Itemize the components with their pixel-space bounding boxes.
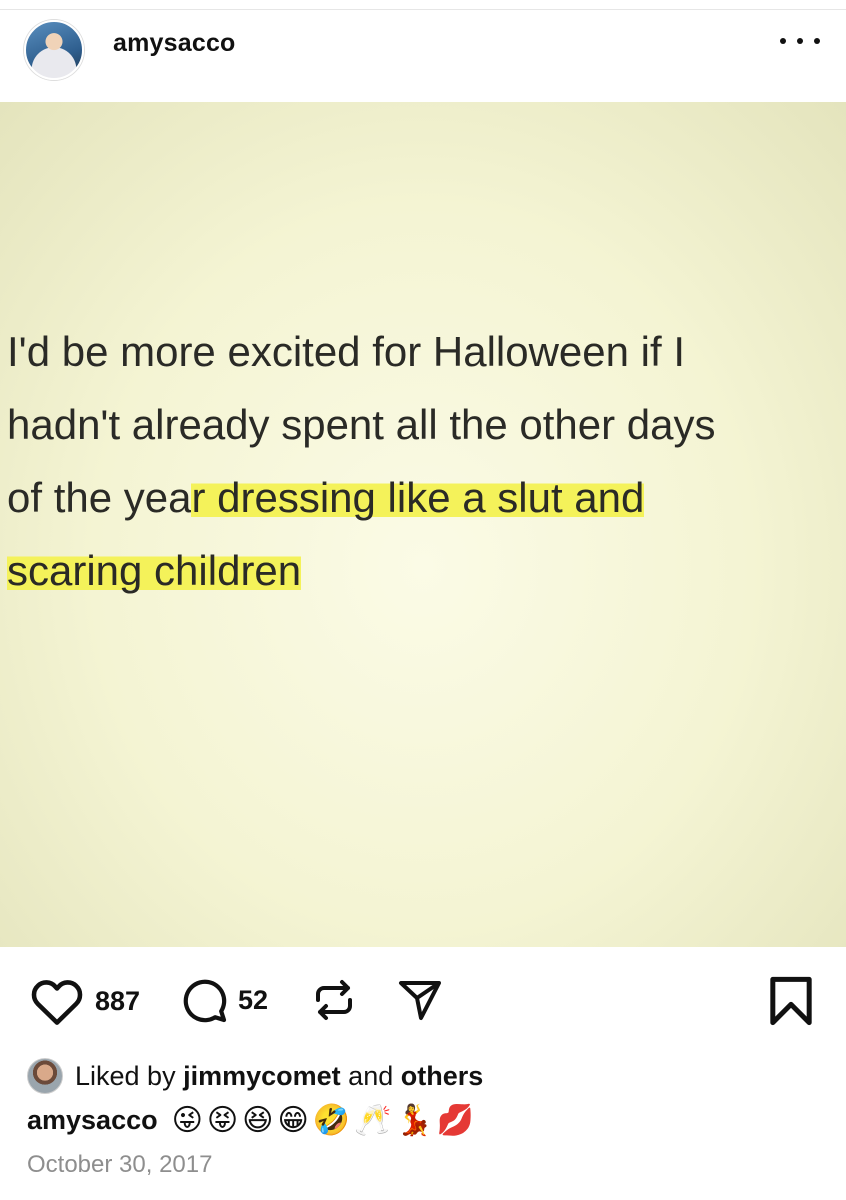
caption-emoji: 😁	[277, 1103, 309, 1137]
repost-icon	[316, 980, 352, 1020]
liked-by-prefix: Liked by	[75, 1060, 176, 1091]
post-image[interactable]: I'd be more excited for Halloween if I h…	[0, 102, 846, 947]
like-count: 887	[95, 985, 141, 1016]
comment-button[interactable]: 52	[180, 976, 268, 1024]
bookmark-icon	[770, 976, 812, 1026]
comment-icon	[183, 979, 227, 1023]
liked-by-user[interactable]: jimmycomet	[183, 1061, 341, 1092]
quote-line-2: hadn't already spent all the other days	[7, 401, 716, 448]
caption-emoji: 😝	[206, 1103, 239, 1137]
quote-line-3: of the year dressing like a slut and	[7, 474, 645, 521]
more-options-icon[interactable]	[780, 26, 820, 56]
caption-emoji: 🤣	[312, 1103, 351, 1137]
action-bar: 887 52	[0, 960, 846, 1040]
post-username[interactable]: amysacco	[113, 29, 236, 58]
save-button[interactable]	[768, 976, 814, 1026]
caption-emoji: 😆	[242, 1103, 274, 1137]
share-button[interactable]	[395, 976, 445, 1024]
caption-emoji: 💋	[436, 1103, 475, 1137]
liker-avatar[interactable]	[27, 1058, 63, 1094]
liked-by-row[interactable]: Liked by jimmycomet and others	[27, 1056, 483, 1096]
highlighted-text: r dressing like a slut and	[191, 474, 645, 521]
repost-button[interactable]	[310, 976, 358, 1024]
post-date[interactable]: October 30, 2017	[27, 1151, 212, 1179]
liked-by-others[interactable]: others	[401, 1061, 484, 1092]
post-quote-text: I'd be more excited for Halloween if I h…	[7, 315, 846, 607]
caption-emoji: 🥂	[354, 1103, 392, 1137]
caption-emoji: 😜	[171, 1103, 203, 1137]
highlighted-text: scaring children	[7, 547, 302, 594]
share-icon	[399, 981, 441, 1020]
profile-avatar[interactable]	[24, 20, 84, 80]
caption-username[interactable]: amysacco	[27, 1105, 158, 1136]
like-button[interactable]: 887	[29, 976, 140, 1026]
post-caption: amysacco 😜 😝 😆 😁 🤣 🥂 💃 💋	[27, 1098, 474, 1142]
caption-emoji: 💃	[395, 1103, 433, 1137]
quote-line-1: I'd be more excited for Halloween if I	[7, 328, 686, 375]
comment-count: 52	[238, 984, 269, 1015]
post-header: amysacco	[0, 10, 846, 102]
liked-by-connector: and	[348, 1060, 394, 1091]
heart-icon	[31, 980, 83, 1025]
quote-line-4: scaring children	[7, 534, 846, 607]
